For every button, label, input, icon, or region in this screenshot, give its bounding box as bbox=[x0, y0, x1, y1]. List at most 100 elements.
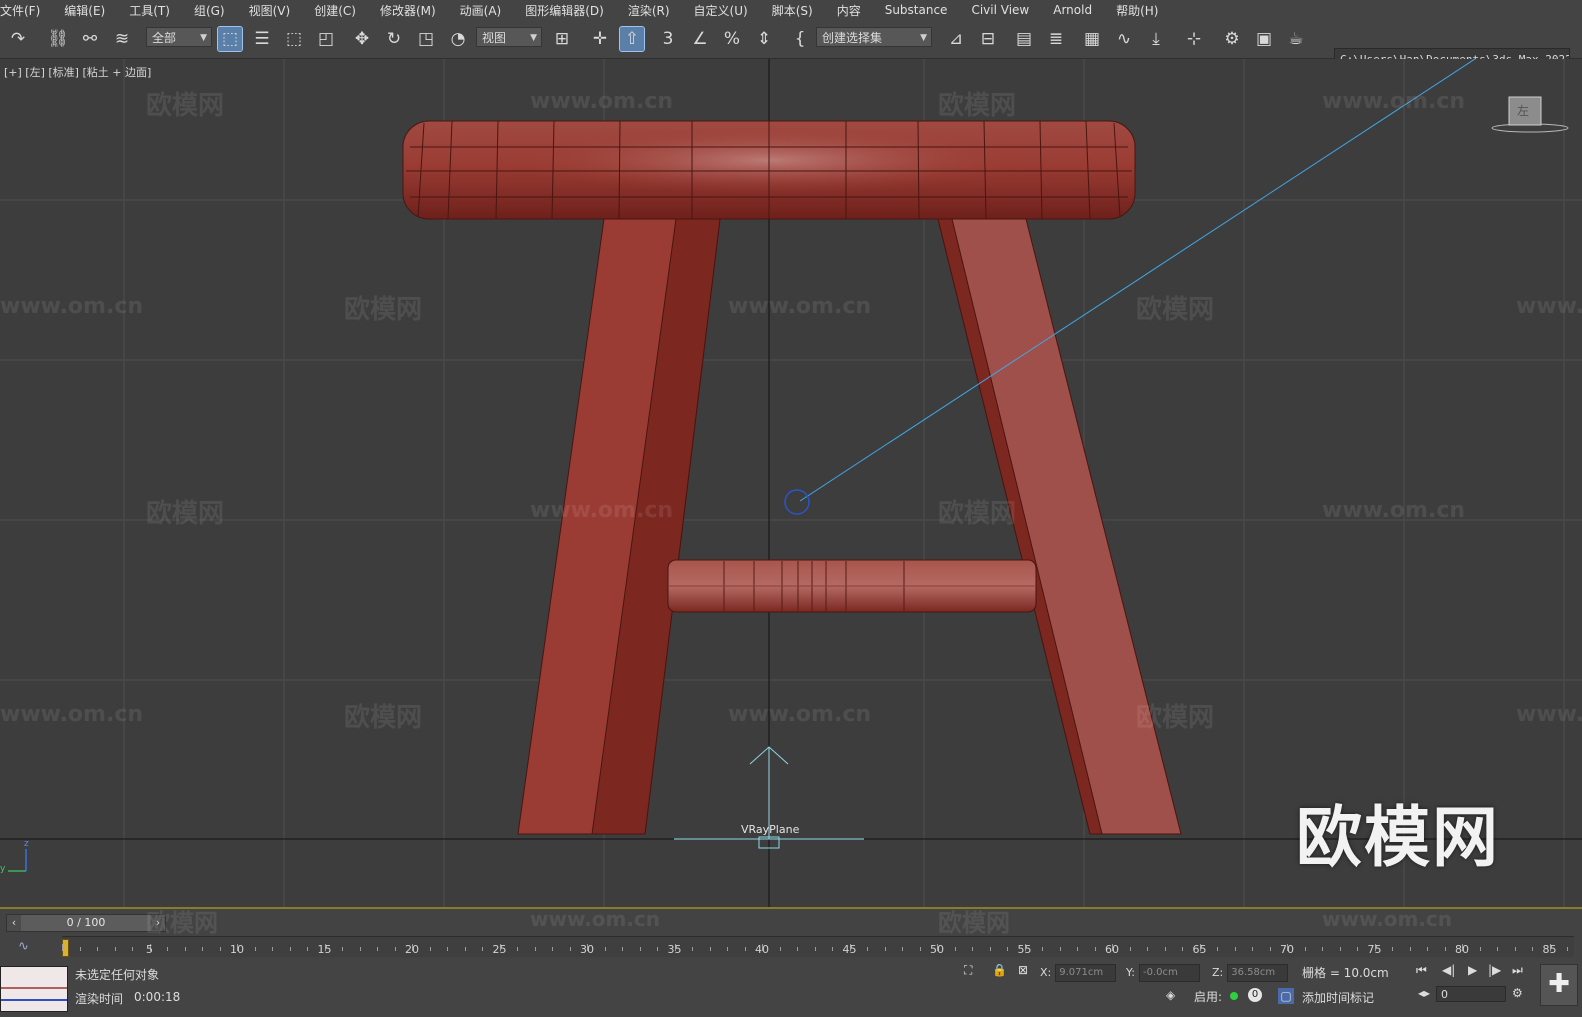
menu-edit[interactable]: 编辑(E) bbox=[52, 2, 117, 19]
pivot-center-icon[interactable]: ⊞ bbox=[550, 27, 574, 51]
select-by-name-icon[interactable]: ☰ bbox=[250, 27, 274, 51]
timeline-tick-label: 60 bbox=[1105, 943, 1119, 956]
maxscript-listener-mini[interactable] bbox=[0, 966, 68, 1012]
render-setup-icon[interactable]: ⚙ bbox=[1220, 27, 1244, 51]
enable-count-badge[interactable]: 0 bbox=[1248, 988, 1262, 1002]
watermark: 欧模网 bbox=[1136, 703, 1215, 733]
enable-status-dot bbox=[1230, 992, 1238, 1000]
move-icon[interactable]: ✥ bbox=[350, 27, 374, 51]
timeline-tick bbox=[919, 947, 921, 951]
select-manipulate-icon[interactable]: ✛ bbox=[588, 27, 612, 51]
z-coordinate-field[interactable]: 36.58cm bbox=[1227, 964, 1289, 982]
time-slider[interactable]: ‹ 0 / 100 › bbox=[6, 914, 166, 932]
timeline-tick bbox=[79, 947, 81, 951]
reference-coordinate-value: 视图 bbox=[482, 31, 507, 45]
place-icon[interactable]: ◔ bbox=[446, 27, 470, 51]
reference-coordinate-dropdown[interactable]: 视图 ▼ bbox=[476, 27, 542, 47]
key-mode-icon[interactable]: ◂▸ bbox=[1418, 986, 1430, 1000]
time-marker[interactable] bbox=[62, 939, 69, 957]
menu-content[interactable]: 内容 bbox=[825, 2, 873, 19]
menu-arnold[interactable]: Arnold bbox=[1041, 3, 1104, 17]
rectangular-selection-icon[interactable]: ⬚ bbox=[282, 27, 306, 51]
current-frame-field[interactable]: 0 bbox=[1436, 986, 1506, 1002]
go-to-start-icon[interactable]: ⏮ bbox=[1416, 963, 1427, 978]
previous-frame-icon[interactable]: ◀| bbox=[1442, 963, 1455, 977]
y-coordinate: Y: -0.0cm bbox=[1126, 964, 1200, 982]
selection-status-text: 未选定任何对象 bbox=[75, 968, 160, 982]
timeline-tick bbox=[1164, 947, 1166, 951]
menu-substance[interactable]: Substance bbox=[873, 3, 960, 17]
timeline-tick bbox=[1042, 947, 1043, 951]
time-configuration-icon[interactable]: ⚙ bbox=[1512, 986, 1523, 1000]
viewcube-face-label[interactable]: 左 bbox=[1517, 102, 1529, 119]
bind-space-warp-icon[interactable]: ≋ bbox=[110, 27, 134, 51]
menu-animation[interactable]: 动画(A) bbox=[448, 2, 514, 19]
menu-customize[interactable]: 自定义(U) bbox=[682, 2, 760, 19]
x-coordinate-field[interactable]: 9.071cm bbox=[1055, 964, 1117, 982]
y-coordinate-label: Y: bbox=[1126, 966, 1135, 979]
mini-curve-editor-icon[interactable]: ∿ bbox=[18, 939, 29, 954]
render-production-icon[interactable]: ☕ bbox=[1284, 27, 1308, 51]
toggle-ribbon-icon[interactable]: ▦ bbox=[1080, 27, 1104, 51]
scale-icon[interactable]: ◳ bbox=[414, 27, 438, 51]
menu-scripting[interactable]: 脚本(S) bbox=[760, 2, 825, 19]
timeline-track[interactable]: 5 10 15 20 25 30 35 40 45 50 55 60 65 70 75 80 85 bbox=[62, 936, 1574, 957]
menu-rendering[interactable]: 渲染(R) bbox=[616, 2, 682, 19]
snaps-toggle-icon[interactable]: 3 bbox=[656, 27, 680, 51]
y-coordinate-field[interactable]: -0.0cm bbox=[1138, 964, 1200, 982]
select-object-icon[interactable]: ⬚ bbox=[217, 26, 243, 52]
menu-create[interactable]: 创建(C) bbox=[302, 2, 368, 19]
redo-icon[interactable]: ↷ bbox=[6, 27, 30, 51]
menu-graph-editors[interactable]: 图形编辑器(D) bbox=[513, 2, 616, 19]
viewcube[interactable] bbox=[1491, 96, 1569, 133]
menu-tools[interactable]: 工具(T) bbox=[117, 2, 182, 19]
time-slider-text: 0 / 100 bbox=[66, 916, 106, 929]
viewport-navigation-icon[interactable]: ✚ bbox=[1540, 964, 1578, 1006]
menu-views[interactable]: 视图(V) bbox=[237, 2, 303, 19]
isolate-selection-icon[interactable]: ⛶ bbox=[964, 963, 972, 978]
menu-file[interactable]: 文件(F) bbox=[0, 2, 52, 19]
adaptive-degradation-icon[interactable]: ◈ bbox=[1166, 988, 1175, 1002]
named-selection-set-dropdown[interactable]: 创建选择集 ▼ bbox=[816, 27, 932, 47]
link-icon[interactable]: ⛓ bbox=[46, 27, 70, 51]
viewport-label[interactable]: [+] [左] [标准] [粘土 + 边面] bbox=[4, 64, 151, 80]
next-frame-icon[interactable]: |▶ bbox=[1488, 963, 1501, 977]
unlink-icon[interactable]: ⚯ bbox=[78, 27, 102, 51]
absolute-mode-icon[interactable]: ⊠ bbox=[1018, 963, 1028, 977]
chevron-down-icon: ▼ bbox=[920, 33, 927, 43]
go-to-end-icon[interactable]: ⏭ bbox=[1512, 963, 1523, 978]
schematic-view-icon[interactable]: ⤓ bbox=[1144, 27, 1168, 51]
watermark: www.om.cn bbox=[0, 702, 144, 727]
scene-explorer-icon[interactable]: ▤ bbox=[1012, 27, 1036, 51]
time-tag-icon[interactable]: ▢ bbox=[1278, 988, 1294, 1004]
timeline-tick bbox=[1252, 947, 1253, 951]
timeline-tick bbox=[797, 947, 798, 951]
window-crossing-icon[interactable]: ◰ bbox=[314, 27, 338, 51]
layer-explorer-icon[interactable]: ≣ bbox=[1044, 27, 1068, 51]
align-icon[interactable]: ⊟ bbox=[976, 27, 1000, 51]
rotate-icon[interactable]: ↻ bbox=[382, 27, 406, 51]
menu-modifiers[interactable]: 修改器(M) bbox=[368, 2, 448, 19]
mirror-icon[interactable]: ⊿ bbox=[944, 27, 968, 51]
lock-selection-icon[interactable]: 🔒 bbox=[992, 963, 1007, 977]
curve-editor-icon[interactable]: ∿ bbox=[1112, 27, 1136, 51]
menu-help[interactable]: 帮助(H) bbox=[1104, 2, 1170, 19]
add-time-tag-button[interactable]: 添加时间标记 bbox=[1302, 989, 1374, 1006]
menu-civil-view[interactable]: Civil View bbox=[959, 3, 1041, 17]
timeline-tick bbox=[377, 947, 378, 951]
timeline-tick bbox=[219, 947, 221, 951]
menu-group[interactable]: 组(G) bbox=[182, 2, 237, 19]
light-target-gizmo bbox=[784, 489, 810, 515]
percent-snap-icon[interactable]: % bbox=[720, 27, 744, 51]
play-icon[interactable]: ▶ bbox=[1468, 963, 1477, 977]
left-viewport[interactable]: [+] [左] [标准] [粘土 + 边面] 左 VRayPlane z y 欧… bbox=[0, 59, 1582, 909]
rendered-frame-window-icon[interactable]: ▣ bbox=[1252, 27, 1276, 51]
material-editor-icon[interactable]: ⊹ bbox=[1182, 27, 1206, 51]
selection-filter-dropdown[interactable]: 全部 ▼ bbox=[146, 27, 212, 47]
timeline-tick bbox=[867, 947, 868, 951]
keyboard-shortcut-override-icon[interactable]: ⇧ bbox=[619, 26, 645, 52]
spinner-snap-icon[interactable]: ⇕ bbox=[752, 27, 776, 51]
angle-snap-icon[interactable]: ∠ bbox=[688, 27, 712, 51]
x-coordinate: X: 9.071cm bbox=[1040, 964, 1117, 982]
edit-named-selection-icon[interactable]: { bbox=[788, 27, 812, 51]
